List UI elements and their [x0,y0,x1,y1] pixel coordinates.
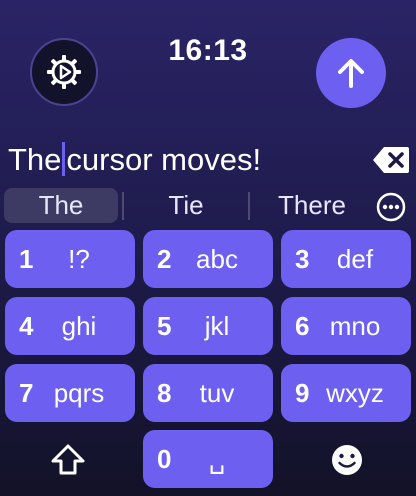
key-letters: tuv [199,377,235,408]
key-3[interactable]: 3 def [281,230,411,288]
shift-button[interactable] [48,440,88,480]
ellipsis-icon [376,192,406,222]
key-letters: pqrs [53,377,105,408]
key-number: 1 [19,243,34,274]
key-8[interactable]: 8 tuv [143,364,273,422]
suggestion-bar: The Tie There [4,188,412,224]
space-icon: ␣ [208,443,226,474]
key-letters: abc [196,243,238,274]
send-button[interactable] [316,38,386,108]
more-suggestions-button[interactable] [376,192,406,222]
key-9[interactable]: 9 wxyz [281,364,411,422]
key-2[interactable]: 2 abc [143,230,273,288]
suggestion-divider [122,192,124,220]
key-7[interactable]: 7 pqrs [5,364,135,422]
key-letters: wxyz [326,377,384,408]
key-4[interactable]: 4 ghi [5,297,135,355]
suggestion-item[interactable]: Tie [128,188,244,223]
text-before-cursor: The [8,142,62,177]
emoji-button[interactable] [327,440,367,480]
shift-icon [51,444,85,475]
key-5[interactable]: 5 jkl [143,297,273,355]
suggestion-item[interactable]: The [4,188,118,223]
key-number: 6 [295,310,310,341]
text-cursor [62,142,66,176]
key-number: 9 [295,377,310,408]
key-letters: !? [68,243,90,274]
emoji-icon [332,445,362,475]
gear-icon [47,55,81,89]
suggestion-item[interactable]: There [254,188,370,223]
key-number: 7 [19,377,34,408]
key-number: 2 [157,243,172,274]
key-number: 3 [295,243,310,274]
key-letters: def [336,243,374,274]
key-number: 0 [157,443,172,474]
key-letters: mno [329,310,381,341]
key-number: 4 [19,310,34,341]
arrow-up-icon [338,59,364,88]
key-letters: jkl [204,310,230,341]
backspace-icon [373,147,409,173]
delete-button[interactable] [372,146,410,174]
key-0[interactable]: 0 ␣ [143,430,273,488]
suggestion-divider [248,192,250,220]
key-1[interactable]: 1 !? [5,230,135,288]
text-after-cursor: cursor moves! [66,142,262,177]
key-number: 8 [157,377,172,408]
text-input[interactable]: The cursor moves! [8,140,338,180]
settings-button[interactable] [30,38,98,106]
clock: 16:13 [168,34,248,67]
key-number: 5 [157,310,172,341]
key-letters: ghi [61,310,97,341]
key-6[interactable]: 6 mno [281,297,411,355]
